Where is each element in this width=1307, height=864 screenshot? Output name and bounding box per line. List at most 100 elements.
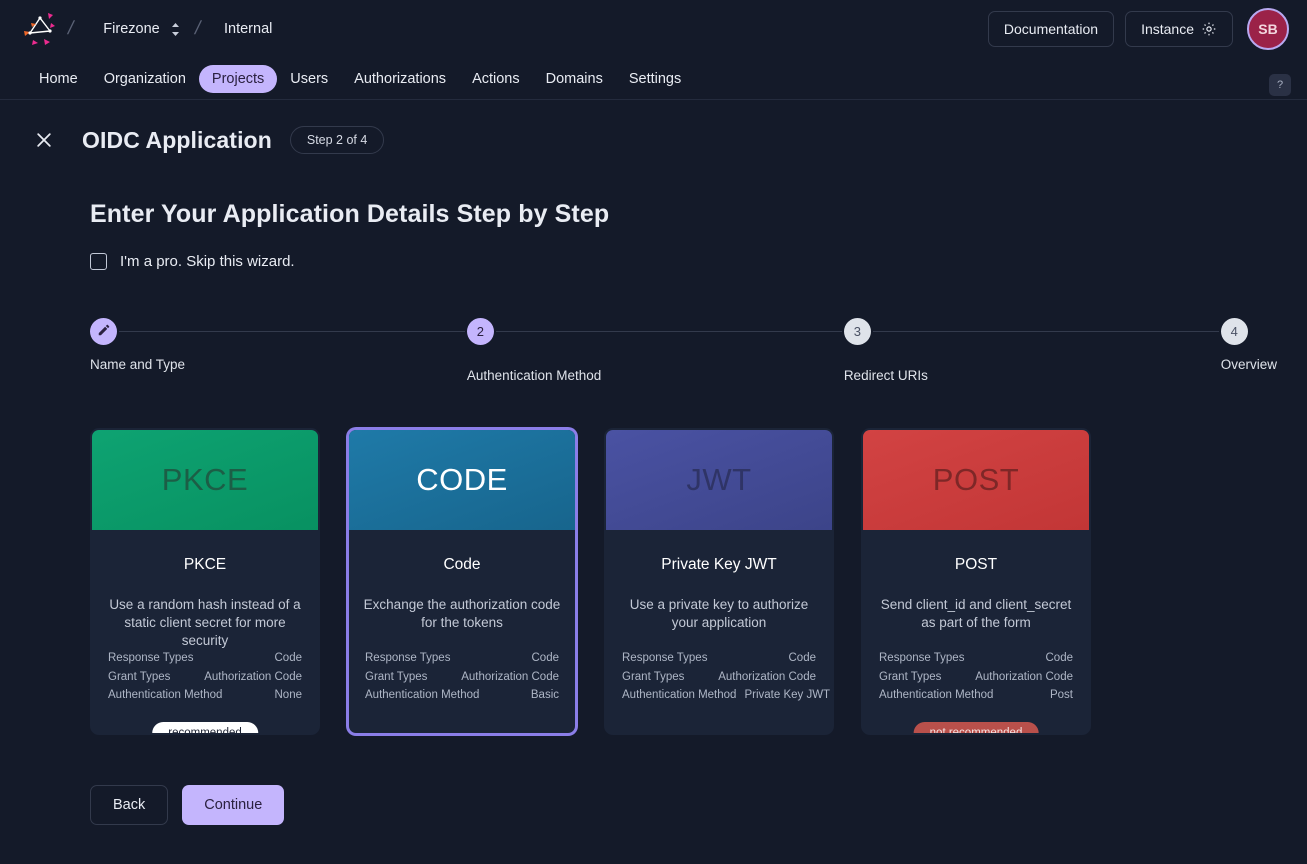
card-banner-jwt: JWT: [606, 430, 832, 530]
spec-response-types: Response Types Code: [108, 649, 302, 668]
documentation-button[interactable]: Documentation: [987, 11, 1115, 47]
spec-value: Authorization Code: [975, 670, 1073, 683]
stepper-step-2-label: Authentication Method: [466, 368, 602, 383]
instance-button[interactable]: Instance: [1125, 11, 1233, 47]
stepper-step-1[interactable]: Name and Type: [90, 316, 467, 372]
nav-item-actions[interactable]: Actions: [459, 65, 533, 93]
breadcrumb-project[interactable]: Internal: [218, 17, 278, 41]
nav-item-authorizations[interactable]: Authorizations: [341, 65, 459, 93]
spec-grant-types: Grant Types Authorization Code: [622, 668, 816, 687]
spec-label: Grant Types: [622, 670, 685, 683]
stepper-step-4[interactable]: 4 Overview: [1220, 316, 1277, 372]
top-bar: / Firezone / Internal Documentation Inst…: [0, 0, 1307, 58]
spec-label: Response Types: [365, 652, 451, 665]
spec-value: Private Key JWT: [744, 689, 831, 702]
spec-authentication-method: Authentication Method Post: [879, 686, 1073, 705]
wizard-stepper: Name and Type 2 Authentication Method 3 …: [90, 316, 1277, 383]
stepper-line-1: [119, 330, 465, 332]
stepper-step-2-circle[interactable]: 2: [466, 317, 494, 345]
spec-response-types: Response Types Code: [879, 649, 1073, 668]
close-icon[interactable]: [30, 126, 58, 154]
avatar[interactable]: SB: [1247, 8, 1289, 50]
skip-wizard-checkbox-row[interactable]: I'm a pro. Skip this wizard.: [90, 253, 295, 270]
stepper-step-3-row: 3: [843, 316, 1221, 346]
spec-label: Grant Types: [365, 670, 428, 683]
gear-icon: [1201, 21, 1217, 37]
spec-response-types: Response Types Code: [365, 649, 559, 668]
spec-response-types: Response Types Code: [622, 649, 816, 668]
stepper-step-4-label: Overview: [1220, 357, 1277, 372]
stepper-step-3-circle[interactable]: 3: [843, 317, 871, 345]
breadcrumb-organization[interactable]: Firezone: [97, 17, 186, 41]
auth-method-card-pkce[interactable]: PKCE PKCE Use a random hash instead of a…: [90, 428, 320, 735]
spec-label: Response Types: [108, 652, 194, 665]
spec-value: Code: [274, 652, 303, 665]
spec-value: Authorization Code: [718, 670, 816, 683]
auth-method-cards: PKCE PKCE Use a random hash instead of a…: [90, 428, 1277, 735]
firezone-logo-icon[interactable]: [20, 9, 60, 49]
chevron-updown-icon[interactable]: [170, 22, 181, 37]
breadcrumb-project-label: Internal: [223, 21, 273, 37]
spec-label: Grant Types: [879, 670, 942, 683]
stepper-step-2-row: 2: [466, 316, 844, 346]
wizard-footer: Back Continue: [90, 784, 1277, 825]
stepper-step-4-circle[interactable]: 4: [1220, 317, 1248, 345]
card-description-pkce: Use a random hash instead of a static cl…: [109, 597, 301, 648]
spec-label: Authentication Method: [365, 689, 480, 702]
wizard-content: Enter Your Application Details Step by S…: [0, 200, 1307, 825]
stepper-line-2: [495, 330, 842, 332]
nav-item-settings[interactable]: Settings: [616, 65, 694, 93]
spec-value: Basic: [530, 689, 559, 702]
avatar-initials: SB: [1258, 21, 1278, 37]
auth-method-card-code[interactable]: CODE Code Exchange the authorization cod…: [347, 428, 577, 735]
stepper-step-2[interactable]: 2 Authentication Method: [466, 316, 844, 383]
spec-value: Code: [788, 652, 817, 665]
spec-grant-types: Grant Types Authorization Code: [879, 668, 1073, 687]
status-badge-recommended: recommended: [152, 721, 258, 733]
pencil-icon: [97, 323, 111, 340]
card-title-pkce: PKCE: [183, 556, 227, 573]
help-button[interactable]: ?: [1269, 74, 1291, 96]
card-specs-pkce: Response Types Code Grant Types Authoriz…: [92, 649, 318, 705]
spec-label: Response Types: [622, 652, 708, 665]
card-description-post: Send client_id and client_secret as part…: [880, 597, 1072, 630]
nav-item-domains[interactable]: Domains: [533, 65, 616, 93]
spec-value: Code: [1045, 652, 1074, 665]
stepper-step-1-row: [90, 316, 467, 346]
page-title: OIDC Application: [82, 126, 272, 153]
card-specs-code: Response Types Code Grant Types Authoriz…: [349, 649, 575, 705]
spec-authentication-method: Authentication Method Basic: [365, 686, 559, 705]
continue-button[interactable]: Continue: [182, 784, 285, 825]
spec-label: Authentication Method: [108, 689, 223, 702]
breadcrumb-organization-label: Firezone: [103, 21, 160, 37]
card-banner-code: CODE: [349, 430, 575, 530]
spec-label: Grant Types: [108, 670, 171, 683]
nav-item-home[interactable]: Home: [26, 65, 91, 93]
breadcrumb-separator-1: /: [65, 18, 76, 39]
card-title-jwt: Private Key JWT: [661, 556, 777, 573]
instance-button-label: Instance: [1141, 21, 1194, 37]
stepper-step-3-label: Redirect URIs: [843, 368, 928, 383]
documentation-button-label: Documentation: [1003, 21, 1099, 37]
nav-item-organization[interactable]: Organization: [91, 65, 199, 93]
card-title-post: POST: [954, 556, 998, 573]
status-badge-not-recommended: not recommended: [913, 721, 1039, 733]
auth-method-card-post[interactable]: POST POST Send client_id and client_secr…: [861, 428, 1091, 735]
stepper-step-1-circle[interactable]: [90, 317, 117, 345]
nav-item-users[interactable]: Users: [277, 65, 341, 93]
stepper-step-3[interactable]: 3 Redirect URIs: [843, 316, 1221, 383]
stepper-step-1-label: Name and Type: [90, 357, 186, 372]
spec-value: Authorization Code: [204, 670, 302, 683]
main-nav: Home Organization Projects Users Authori…: [0, 58, 1307, 100]
card-title-code: Code: [443, 556, 481, 573]
breadcrumb-separator-2: /: [192, 18, 203, 39]
spec-value: None: [274, 689, 303, 702]
spec-label: Authentication Method: [879, 689, 994, 702]
nav-item-projects[interactable]: Projects: [198, 64, 278, 93]
spec-authentication-method: Authentication Method Private Key JWT: [622, 686, 830, 705]
skip-wizard-checkbox[interactable]: [90, 253, 107, 270]
spec-authentication-method: Authentication Method None: [108, 686, 302, 705]
step-badge: Step 2 of 4: [289, 126, 385, 154]
back-button[interactable]: Back: [90, 784, 169, 825]
auth-method-card-jwt[interactable]: JWT Private Key JWT Use a private key to…: [604, 428, 834, 735]
